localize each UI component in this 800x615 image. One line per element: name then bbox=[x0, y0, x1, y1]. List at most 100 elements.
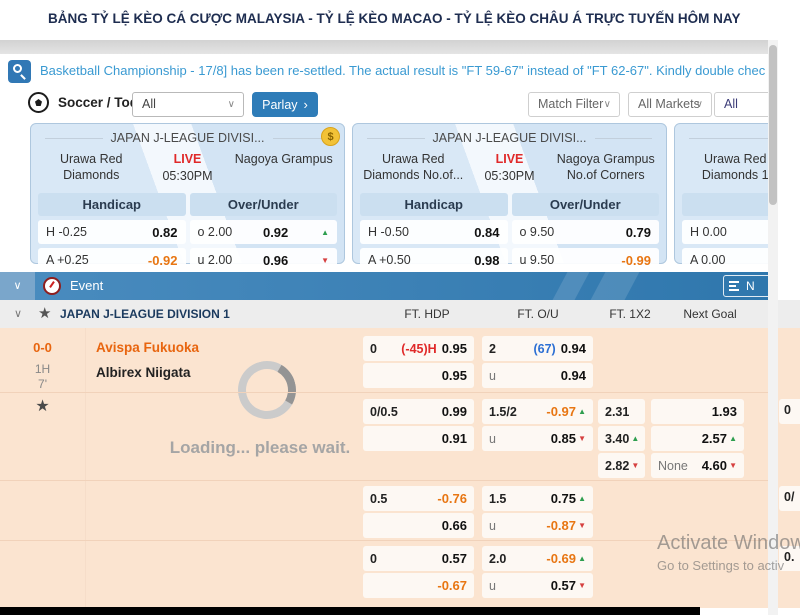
odds-cell[interactable]: 2.31 bbox=[598, 399, 645, 424]
odds-cell[interactable]: 0/0.5 0.99 bbox=[363, 399, 474, 424]
announcement-bar: Basketball Championship - 17/8] has been… bbox=[0, 54, 768, 88]
odds-cell[interactable]: H 0.00 bbox=[682, 220, 768, 244]
odds-cell-clipped[interactable]: 0. bbox=[779, 546, 800, 571]
odds-value: 0.95 bbox=[442, 368, 467, 383]
odds-cell[interactable]: H -0.50 0.84 bbox=[360, 220, 508, 244]
match-filter-label: Match Filter bbox=[538, 97, 603, 111]
odds-cell[interactable]: o 9.50 0.79 bbox=[512, 220, 660, 244]
odds-cell[interactable]: 0 (-45)H 0.95 bbox=[363, 336, 474, 361]
match-card-2[interactable]: JAPAN J-LEAGUE DIVISI... Urawa Red Diamo… bbox=[352, 123, 667, 264]
odds-cell[interactable]: 0.66 bbox=[363, 513, 474, 538]
odds-value: 4.60 bbox=[702, 458, 727, 473]
match-period: 1H bbox=[0, 362, 85, 376]
announcement-ticker[interactable]: Basketball Championship - 17/8] has been… bbox=[40, 54, 766, 88]
odds-value: 2.31 bbox=[605, 405, 629, 419]
odds-cell[interactable]: A +0.50 0.98 bbox=[360, 248, 508, 272]
odds-value: 0.94 bbox=[561, 341, 586, 356]
betting-odds-page: BẢNG TỶ LỆ KÈO CÁ CƯỢC MALAYSIA - TỶ LỆ … bbox=[0, 0, 800, 615]
odds-cell-clipped[interactable]: 0 bbox=[779, 399, 800, 424]
odds-cell[interactable]: u 2.00 0.96 bbox=[190, 248, 338, 272]
odds-value: 0.98 bbox=[474, 253, 499, 268]
handicap-line: 0 bbox=[370, 552, 377, 566]
loading-spinner bbox=[231, 354, 302, 425]
odds-cell[interactable]: 1.5 0.75 bbox=[482, 486, 593, 511]
parlay-button[interactable]: Parlay bbox=[252, 92, 318, 117]
odds-cell[interactable]: 0.95 bbox=[363, 363, 474, 388]
column-header-ou: FT. O/U bbox=[488, 300, 588, 328]
favorite-star-icon[interactable] bbox=[0, 396, 85, 416]
odds-cell[interactable]: A +0.25 -0.92 bbox=[38, 248, 186, 272]
event-header-bar: Event N bbox=[0, 272, 768, 300]
odds-value: -0.92 bbox=[148, 253, 178, 268]
up-arrow-icon bbox=[576, 407, 586, 416]
odds-cell[interactable]: 2.0 -0.69 bbox=[482, 546, 593, 571]
live-badge: LIVE bbox=[474, 151, 546, 168]
match-card-1[interactable]: JAPAN J-LEAGUE DIVISI... $ Urawa Red Dia… bbox=[30, 123, 345, 264]
odds-cell[interactable]: H -0.25 0.82 bbox=[38, 220, 186, 244]
all-markets-dropdown[interactable]: All Markets bbox=[628, 92, 712, 117]
odds-value: 0.85 bbox=[551, 431, 576, 446]
odds-cell[interactable]: 2.82 bbox=[598, 453, 645, 478]
card-teams-row: Urawa Red Diamonds LIVE 05:30PM Nagoya G… bbox=[31, 151, 344, 187]
odds-cell[interactable]: None 4.60 bbox=[651, 453, 744, 478]
down-arrow-icon bbox=[576, 581, 586, 590]
odds-value: 0.95 bbox=[442, 341, 467, 356]
odds-value: 0.99 bbox=[442, 404, 467, 419]
cashback-coin-icon: $ bbox=[321, 127, 340, 146]
odds-cell[interactable]: u 0.85 bbox=[482, 426, 593, 451]
odds-cell[interactable]: o 2.00 0.92 bbox=[190, 220, 338, 244]
odds-cell[interactable]: 2.57 bbox=[651, 426, 744, 451]
scrollbar-thumb[interactable] bbox=[769, 45, 777, 205]
favorite-star-icon[interactable] bbox=[38, 300, 51, 328]
total-line: u bbox=[489, 369, 496, 383]
odds-value: 0.91 bbox=[442, 431, 467, 446]
right-edge-strip bbox=[778, 0, 800, 615]
live-badge: LIVE bbox=[152, 151, 224, 168]
odds-cell-clipped[interactable]: 0/ bbox=[779, 486, 800, 511]
odds-cell[interactable]: 0 0.57 bbox=[363, 546, 474, 571]
card-home-team: Urawa Red Diamonds No.of... bbox=[353, 151, 474, 187]
soccer-ball-icon bbox=[28, 92, 49, 113]
all-dropdown[interactable]: All bbox=[714, 92, 768, 117]
odds-cell[interactable]: u -0.87 bbox=[482, 513, 593, 538]
chevron-down-icon bbox=[228, 93, 235, 116]
odds-cell[interactable]: 2 (67) 0.94 bbox=[482, 336, 593, 361]
away-team-name[interactable]: Albirex Niigata bbox=[96, 365, 191, 380]
odds-value: 0.84 bbox=[474, 225, 499, 240]
odds-cell[interactable]: u 0.94 bbox=[482, 363, 593, 388]
odds-cell[interactable]: A 0.00 bbox=[682, 248, 768, 272]
odds-cell[interactable]: 0.91 bbox=[363, 426, 474, 451]
odds-cell[interactable]: u 0.57 bbox=[482, 573, 593, 598]
handicap-header bbox=[682, 193, 768, 216]
odds-cell[interactable]: 1.5/2 -0.97 bbox=[482, 399, 593, 424]
card-home-team: Urawa Red Diamonds bbox=[31, 151, 152, 187]
odds-cell[interactable]: 3.40 bbox=[598, 426, 645, 451]
odds-value: 0.75 bbox=[551, 491, 576, 506]
collapse-chevron[interactable] bbox=[0, 272, 35, 300]
search-button[interactable] bbox=[8, 60, 31, 83]
total-line: 1.5 bbox=[489, 492, 506, 506]
odds-value: -0.76 bbox=[437, 491, 467, 506]
odds-cell[interactable]: u 9.50 -0.99 bbox=[512, 248, 660, 272]
odds-cell[interactable]: 0.5 -0.76 bbox=[363, 486, 474, 511]
score-tag: (67) bbox=[533, 342, 555, 356]
match-filter-dropdown[interactable]: Match Filter bbox=[528, 92, 620, 117]
handicap-line: 0 bbox=[370, 342, 377, 356]
sort-icon bbox=[729, 281, 741, 291]
sort-button[interactable]: N bbox=[723, 275, 768, 297]
home-team-name[interactable]: Avispa Fukuoka bbox=[96, 340, 199, 355]
odds-cell[interactable]: -0.67 bbox=[363, 573, 474, 598]
total-line: 2 bbox=[489, 342, 496, 356]
card-away-team: Nagoya Grampus No.of Corners bbox=[546, 151, 667, 187]
odds-value: 0.57 bbox=[442, 551, 467, 566]
match-card-3[interactable]: JAP Urawa Red Diamonds 1 bbox=[674, 123, 768, 264]
card-league-row: JAPAN J-LEAGUE DIVISI... bbox=[353, 127, 666, 149]
league-select[interactable]: All bbox=[132, 92, 244, 117]
vertical-scrollbar[interactable] bbox=[768, 40, 778, 615]
odds-value: 2.82 bbox=[605, 459, 629, 473]
odds-cell[interactable]: 1.93 bbox=[651, 399, 744, 424]
collapse-chevron[interactable] bbox=[14, 300, 22, 328]
odds-label: A +0.25 bbox=[46, 253, 89, 267]
total-line: u bbox=[489, 432, 496, 446]
up-arrow-icon bbox=[576, 554, 586, 563]
